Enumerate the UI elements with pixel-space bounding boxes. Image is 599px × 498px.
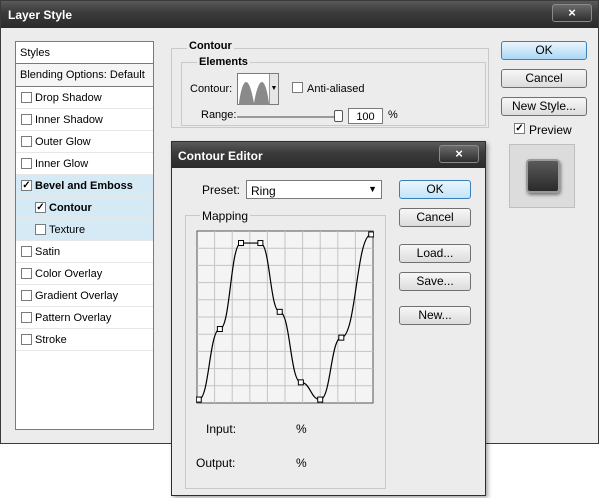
styles-header[interactable]: Styles — [16, 42, 153, 64]
curve-control-point[interactable] — [276, 308, 283, 315]
inner-glow-checkbox[interactable] — [21, 158, 32, 169]
bevel-emboss-checkbox[interactable]: ✓ — [21, 180, 32, 191]
dialog-title: Layer Style — [8, 8, 73, 22]
new-style-button[interactable]: New Style... — [501, 97, 587, 116]
curve-control-point[interactable] — [196, 396, 202, 403]
input-label: Input: — [206, 422, 237, 436]
preview-thumbnail — [526, 159, 560, 193]
style-item-inner-shadow[interactable]: Inner Shadow — [16, 109, 153, 131]
outer-glow-checkbox[interactable] — [21, 136, 32, 147]
style-item-outer-glow[interactable]: Outer Glow — [16, 131, 153, 153]
style-item-bevel-emboss[interactable]: ✓ Bevel and Emboss — [16, 175, 153, 197]
inner-shadow-checkbox[interactable] — [21, 114, 32, 125]
curve-control-point[interactable] — [368, 231, 374, 238]
style-item-label: Contour — [49, 202, 92, 214]
style-item-drop-shadow[interactable]: Drop Shadow — [16, 87, 153, 109]
drop-shadow-checkbox[interactable] — [21, 92, 32, 103]
pattern-overlay-checkbox[interactable] — [21, 312, 32, 323]
style-item-inner-glow[interactable]: Inner Glow — [16, 153, 153, 175]
range-slider-thumb[interactable] — [334, 110, 343, 122]
style-item-label: Inner Glow — [35, 158, 89, 170]
ok-button[interactable]: OK — [501, 41, 587, 60]
curve-control-point[interactable] — [238, 240, 244, 247]
contour-section-title: Contour — [187, 40, 234, 52]
new-button[interactable]: New... — [399, 306, 471, 325]
input-unit: % — [296, 422, 307, 436]
load-button[interactable]: Load... — [399, 244, 471, 263]
contour-dropdown-arrow-icon[interactable]: ▼ — [269, 74, 278, 104]
style-item-label: Drop Shadow — [35, 92, 102, 104]
style-item-label: Satin — [35, 246, 61, 258]
style-item-label: Color Overlay — [35, 268, 103, 280]
curve-control-point[interactable] — [297, 379, 304, 386]
contour-editor-title-bar: Contour Editor × — [172, 142, 485, 168]
style-item-color-overlay[interactable]: Color Overlay — [16, 263, 153, 285]
output-unit: % — [296, 456, 307, 470]
contour-cancel-button[interactable]: Cancel — [399, 208, 471, 227]
cancel-button[interactable]: Cancel — [501, 69, 587, 88]
styles-panel: Styles Blending Options: Default Drop Sh… — [15, 41, 154, 430]
satin-checkbox[interactable] — [21, 246, 32, 257]
style-item-gradient-overlay[interactable]: Gradient Overlay — [16, 285, 153, 307]
stroke-checkbox[interactable] — [21, 334, 32, 345]
curve-control-point[interactable] — [257, 240, 264, 247]
style-item-label: Bevel and Emboss — [35, 180, 133, 192]
preset-value: Ring — [251, 184, 276, 198]
preview-checkbox[interactable]: ✓ — [514, 123, 525, 134]
preview-swatch — [509, 144, 575, 208]
style-item-label: Outer Glow — [35, 136, 91, 148]
contour-curve-graph[interactable] — [196, 230, 374, 404]
color-overlay-checkbox[interactable] — [21, 268, 32, 279]
style-item-pattern-overlay[interactable]: Pattern Overlay — [16, 307, 153, 329]
contour-checkbox[interactable]: ✓ — [35, 202, 46, 213]
output-label: Output: — [196, 456, 236, 470]
contour-ok-button[interactable]: OK — [399, 180, 471, 199]
preset-select[interactable]: Ring ▼ — [246, 180, 382, 199]
range-slider-track[interactable] — [237, 116, 343, 118]
anti-aliased-label: Anti-aliased — [307, 83, 365, 95]
style-item-satin[interactable]: Satin — [16, 241, 153, 263]
anti-aliased-checkbox[interactable] — [292, 82, 303, 93]
style-item-stroke[interactable]: Stroke — [16, 329, 153, 351]
texture-checkbox[interactable] — [35, 224, 46, 235]
range-input[interactable]: 100 — [348, 108, 383, 124]
close-button[interactable]: × — [552, 4, 592, 22]
curve-control-point[interactable] — [216, 326, 223, 333]
style-item-label: Texture — [49, 224, 86, 236]
style-item-texture[interactable]: Texture — [16, 219, 153, 241]
gradient-overlay-checkbox[interactable] — [21, 290, 32, 301]
style-item-label: Pattern Overlay — [35, 312, 112, 324]
contour-editor-close-button[interactable]: × — [439, 145, 479, 163]
contour-thumbnail-icon — [239, 75, 269, 105]
range-label: Range: — [201, 109, 237, 121]
style-item-label: Inner Shadow — [35, 114, 103, 126]
style-item-label: Gradient Overlay — [35, 290, 119, 302]
curve-control-point[interactable] — [317, 396, 324, 403]
contour-label: Contour: — [190, 83, 233, 95]
chevron-down-icon: ▼ — [368, 184, 377, 194]
contour-editor-title: Contour Editor — [178, 149, 263, 163]
style-item-contour[interactable]: ✓ Contour — [16, 197, 153, 219]
mapping-label: Mapping — [200, 209, 251, 223]
save-button[interactable]: Save... — [399, 272, 471, 291]
blending-options-item[interactable]: Blending Options: Default — [16, 64, 153, 87]
style-item-label: Stroke — [35, 334, 67, 346]
title-bar: Layer Style × — [1, 1, 598, 28]
preview-label: Preview — [529, 123, 572, 137]
contour-editor-dialog: Contour Editor × Preset: Ring ▼ Mapping … — [171, 141, 486, 496]
range-unit: % — [388, 109, 398, 121]
elements-group-title: Elements — [197, 56, 250, 68]
preset-label: Preset: — [202, 183, 241, 197]
curve-control-point[interactable] — [338, 334, 345, 341]
contour-picker[interactable]: ▼ — [237, 73, 279, 105]
